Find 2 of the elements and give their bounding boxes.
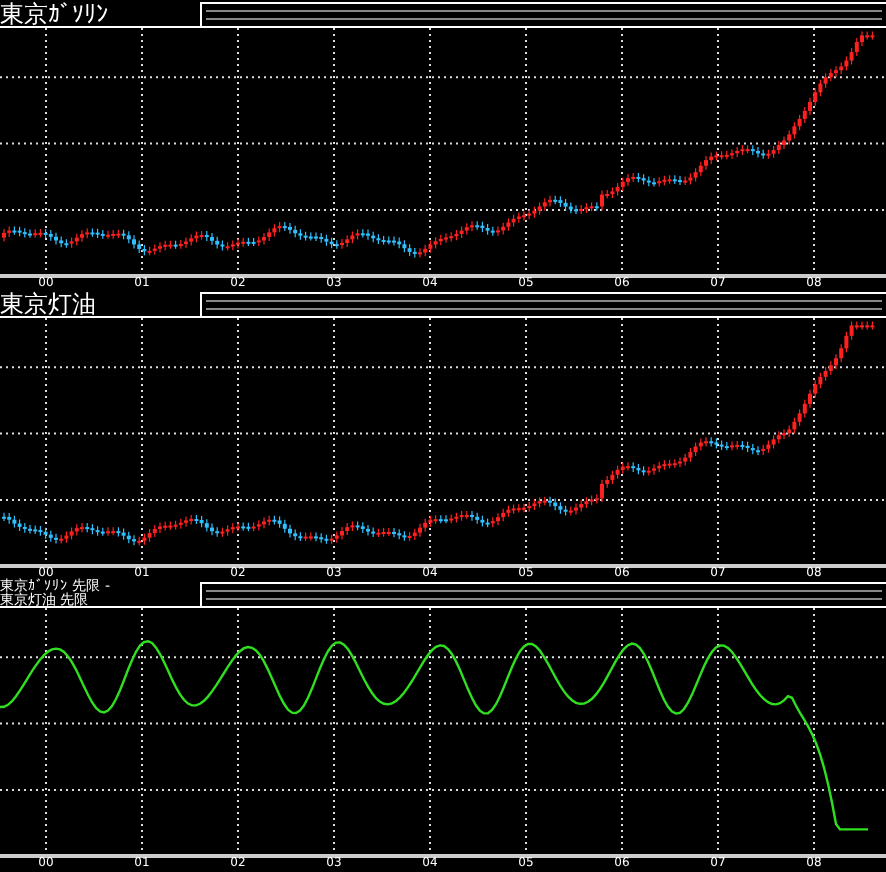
panel-title: 東京ｶﾞｿﾘﾝ — [0, 1, 110, 25]
panel-title: 東京灯油 — [0, 291, 98, 315]
